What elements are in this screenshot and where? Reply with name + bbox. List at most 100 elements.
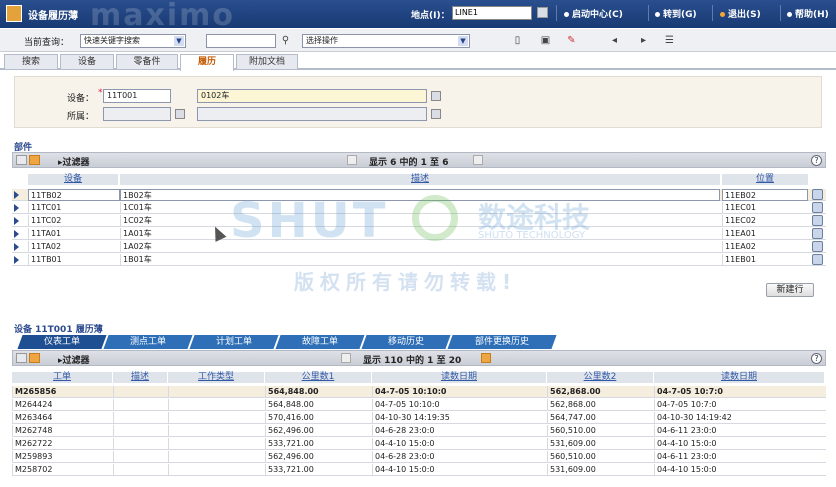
table-row[interactable]: M263464 570,416.00 04-10-30 14:19:35 564,74… [12,412,826,424]
filter-link[interactable]: ▸过滤器 [58,353,90,366]
filter-menu-icon[interactable] [29,353,40,363]
history-col-header[interactable]: 工作类型 [168,372,264,383]
divider [556,5,557,21]
parts-cell-location: 11EA01 [722,228,808,240]
collapse-icon[interactable] [16,353,27,363]
device-label: 设备： [67,94,95,104]
row-expand-icon[interactable] [14,230,19,238]
delete-row-icon[interactable] [812,189,823,200]
parts-cell-location[interactable]: 11EB02 [722,189,808,201]
table-row[interactable]: M265856 564,848.00 04-7-05 10:10:0 562,868.… [12,386,826,398]
subtab-planned-workorders[interactable]: 计划工单 [189,335,279,349]
tab-device[interactable]: 设备 [60,54,114,69]
previous-icon[interactable]: ◂ [609,35,620,46]
device-field[interactable]: 11T001 [103,89,171,103]
table-row[interactable]: M262748 562,496.00 04-6-28 23:0:0 560,510.0… [12,425,826,437]
list-icon[interactable]: ☰ [664,35,675,46]
history-cell: 564,747.00 [547,412,653,424]
help-icon[interactable]: ? [811,155,822,166]
filter-link[interactable]: ▸过滤器 [58,155,90,168]
tab-history[interactable]: 履历 [180,54,234,71]
history-cell: M262748 [12,425,112,437]
table-row[interactable]: M258702 533,721.00 04-4-10 15:0:0 531,609.0… [12,464,826,476]
long-description-icon[interactable] [431,91,441,101]
subtab-fault-workorders[interactable]: 故障工单 [275,335,365,349]
query-label: 当前查询： [24,38,70,48]
history-cell: 562,868.00 [547,386,653,398]
clear-icon[interactable]: ✎ [566,35,577,46]
toolbar: 当前查询： 快速关键字搜索 ▼ ⚲ 选择操作 ▼ ▯ ▣ ✎ ◂ ▸ ☰ [0,29,836,52]
delete-row-icon[interactable] [812,254,823,265]
subtab-measurement-workorders[interactable]: 测点工单 [103,335,193,349]
history-col-header[interactable]: 描述 [113,372,167,383]
action-select[interactable]: 选择操作 ▼ [302,34,470,48]
next-page-icon[interactable] [473,155,483,165]
history-cell: 533,721.00 [265,464,371,476]
next-page-icon[interactable] [481,353,491,363]
row-expand-icon[interactable] [14,243,19,251]
row-expand-icon[interactable] [14,204,19,212]
history-cell: 562,496.00 [265,425,371,437]
save-icon[interactable]: ▣ [540,35,551,46]
history-cell: 533,721.00 [265,438,371,450]
row-expand-icon[interactable] [14,217,19,225]
row-expand-icon[interactable] [14,191,19,199]
row-expand-icon[interactable] [14,256,19,264]
new-record-icon[interactable]: ▯ [512,35,523,46]
device-description-field[interactable]: 0102车 [197,89,427,103]
delete-row-icon[interactable] [812,228,823,239]
parts-cell-description: 1A02车 [120,241,720,253]
parent-description-field[interactable] [197,107,427,121]
logout-link[interactable]: 退出(S) [720,7,761,20]
next-icon[interactable]: ▸ [638,35,649,46]
history-cell: 04-6-11 23:0:0 [654,425,824,437]
help-icon[interactable]: ? [811,353,822,364]
tab-spare-parts[interactable]: 零备件 [116,54,178,69]
lookup-icon[interactable] [175,109,185,119]
col-header-location[interactable]: 位置 [722,174,808,185]
query-select[interactable]: 快速关键字搜索 ▼ [80,34,186,48]
table-row[interactable]: M264424 564,848.00 04-7-05 10:10:0 562,868.… [12,399,826,411]
col-header-description[interactable]: 描述 [120,174,720,185]
parent-field[interactable] [103,107,171,121]
history-col-header[interactable]: 工单 [12,372,112,383]
collapse-icon[interactable] [16,155,27,165]
history-col-header[interactable]: 公里数2 [547,372,653,383]
search-input[interactable] [206,34,276,48]
subtab-move-history[interactable]: 移动历史 [361,335,451,349]
tab-attachments[interactable]: 附加文档 [236,54,298,69]
start-center-link[interactable]: 启动中心(C) [564,7,623,20]
new-row-button[interactable]: 新建行 [766,283,814,297]
table-row[interactable]: 11TB02 1B02车 11EB02 [12,189,826,201]
prev-page-icon[interactable] [341,353,351,363]
table-row[interactable]: 11TA02 1A02车 11EA02 [12,241,826,253]
parts-cell-device[interactable]: 11TB02 [28,189,120,201]
subtab-part-replacement-history[interactable]: 部件更换历史 [447,335,557,349]
prev-page-icon[interactable] [347,155,357,165]
divider [648,5,649,21]
table-row[interactable]: M259893 562,496.00 04-6-28 23:0:0 560,510.0… [12,451,826,463]
help-link[interactable]: 帮助(H) [787,7,829,20]
delete-row-icon[interactable] [812,202,823,213]
watermark-en: SHUTO TECHNOLOGY [478,230,586,241]
col-header-device[interactable]: 设备 [28,174,118,185]
filter-menu-icon[interactable] [29,155,40,165]
subtab-label: 故障工单 [301,337,338,347]
history-cell: 04-4-10 15:0:0 [372,464,546,476]
delete-row-icon[interactable] [812,215,823,226]
location-lookup-icon[interactable] [537,7,548,18]
subtab-meter-workorders[interactable]: 仪表工单 [17,335,107,349]
binoculars-icon[interactable]: ⚲ [280,35,291,46]
history-cell [168,438,264,450]
parts-cell-location: 11EC02 [722,215,808,227]
table-row[interactable]: 11TB01 1B01车 11EB01 [12,254,826,266]
table-row[interactable]: M262722 533,721.00 04-4-10 15:0:0 531,609.0… [12,438,826,450]
goto-link[interactable]: 转到(G) [655,7,697,20]
long-description-icon[interactable] [431,109,441,119]
location-input[interactable]: LINE1 [452,6,532,20]
history-col-header[interactable]: 读数日期 [372,372,546,383]
tab-search[interactable]: 搜索 [4,54,58,69]
delete-row-icon[interactable] [812,241,823,252]
history-col-header[interactable]: 公里数1 [265,372,371,383]
history-col-header[interactable]: 读数日期 [654,372,824,383]
